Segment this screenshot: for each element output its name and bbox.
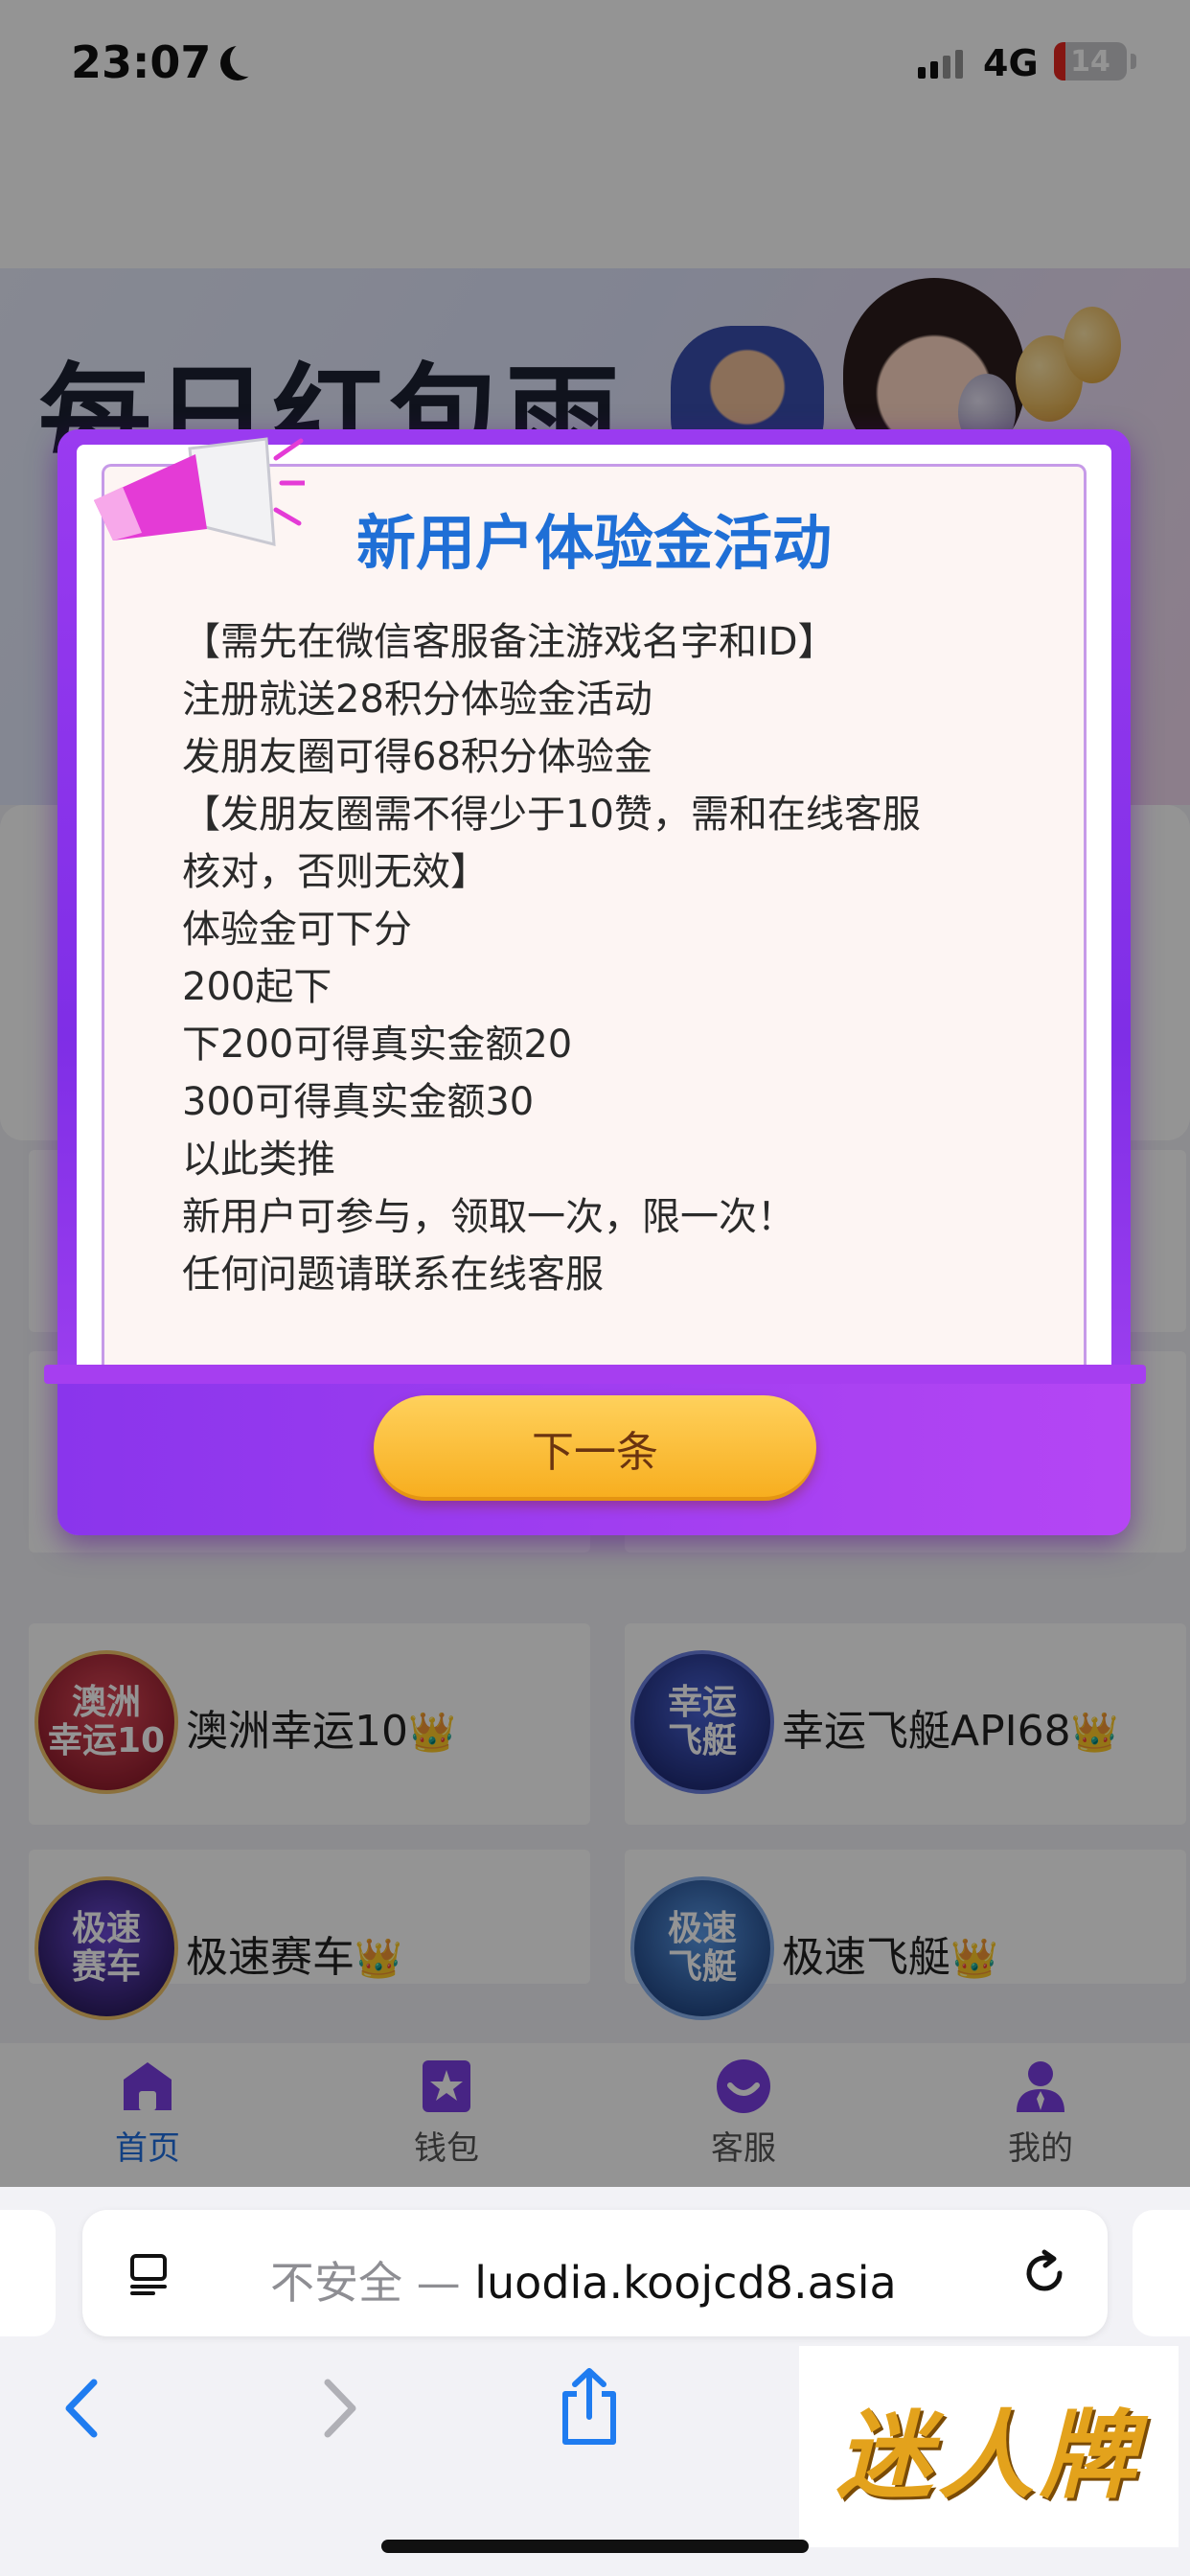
modal-ledge: [44, 1365, 1146, 1384]
back-arrow-icon[interactable]: [57, 2375, 105, 2442]
modal-line: 以此类推: [182, 1138, 335, 1182]
home-indicator[interactable]: [381, 2540, 809, 2553]
url-text[interactable]: 不安全 — luodia.koojcd8.asia: [270, 2248, 897, 2312]
next-tab-preview[interactable]: [1133, 2210, 1190, 2336]
not-secure-label: 不安全 —: [270, 2257, 475, 2309]
modal-line: 核对，否则无效】: [182, 850, 489, 894]
modal-line: 【发朋友圈需不得少于10赞，需和在线客服: [182, 793, 921, 837]
url-host: luodia.koojcd8.asia: [474, 2257, 897, 2309]
modal-line: 300可得真实金额30: [182, 1080, 535, 1124]
share-icon[interactable]: [556, 2365, 623, 2448]
previous-tab-preview[interactable]: [0, 2210, 56, 2336]
watermark-text: 迷人牌: [836, 2398, 1141, 2512]
page-menu-icon[interactable]: [128, 2252, 172, 2296]
next-button[interactable]: 下一条: [374, 1395, 816, 1501]
modal-line: 发朋友圈可得68积分体验金: [182, 735, 652, 779]
modal-line: 200起下: [182, 965, 332, 1009]
watermark-logo: 迷人牌: [799, 2346, 1179, 2547]
reload-icon[interactable]: [1019, 2248, 1069, 2298]
modal-line: 任何问题请联系在线客服: [182, 1253, 604, 1297]
modal-line: 新用户可参与，领取一次，限一次！: [182, 1195, 795, 1239]
address-bar[interactable]: 不安全 — luodia.koojcd8.asia: [82, 2210, 1108, 2336]
modal-title: 新用户体验金活动: [355, 508, 832, 578]
megaphone-icon: [94, 437, 305, 546]
modal-body: 【需先在微信客服备注游戏名字和ID】 注册就送28积分体验金活动 发朋友圈可得6…: [182, 613, 1044, 1303]
modal-line: 体验金可下分: [182, 908, 412, 952]
browser-toolbar: 不安全 — luodia.koojcd8.asia 迷人牌: [0, 2187, 1190, 2576]
modal-line: 注册就送28积分体验金活动: [182, 678, 652, 722]
forward-arrow-icon[interactable]: [316, 2375, 364, 2442]
modal-line: 下200可得真实金额20: [182, 1023, 573, 1067]
modal-line: 【需先在微信客服备注游戏名字和ID】: [182, 620, 836, 664]
